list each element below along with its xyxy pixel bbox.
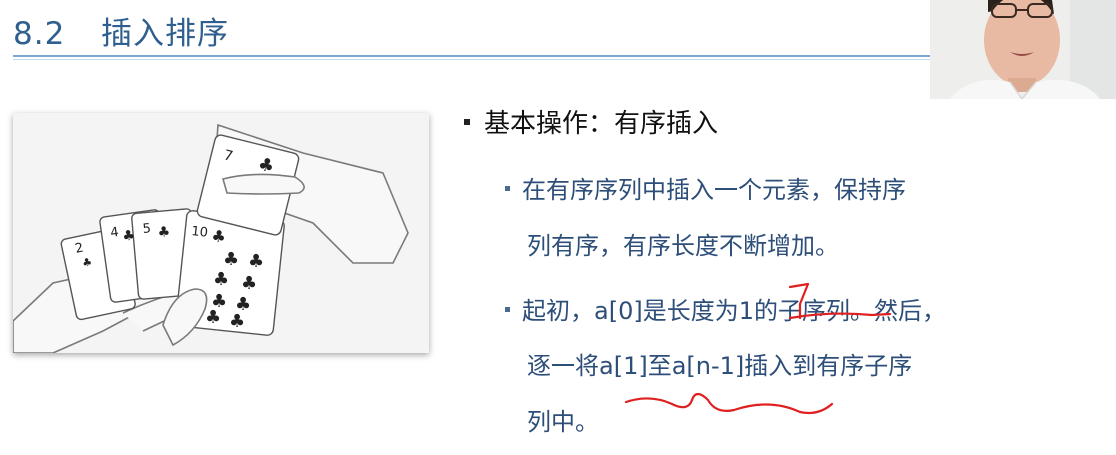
section-title: 插入排序 xyxy=(101,16,229,52)
card-5-suit: ♣ xyxy=(157,224,171,241)
sub-bullet-square-icon xyxy=(505,306,510,312)
section-number: 8.2 xyxy=(13,16,66,52)
sub-bullet-2-line1: 起初，a[0]是长度为1的子序列。然后， xyxy=(522,297,946,325)
svg-text:♣: ♣ xyxy=(213,269,229,290)
svg-text:♣: ♣ xyxy=(248,251,264,272)
sub-bullet-2: 起初，a[0]是长度为1的子序列。然后， xyxy=(505,291,946,326)
sub-bullet-2-line2: 逐一将a[1]至a[n-1]插入到有序子序 xyxy=(527,352,913,380)
sub-bullet-2-line3: 列中。 xyxy=(527,408,599,436)
sub-bullet-1-line1: 在有序序列中插入一个元素，保持序 xyxy=(522,176,906,204)
card-10-suit: ♣ xyxy=(211,226,227,246)
svg-text:♣: ♣ xyxy=(205,307,221,328)
title-divider xyxy=(13,55,931,57)
sub-bullet-1: 在有序序列中插入一个元素，保持序 xyxy=(505,170,906,205)
svg-text:♣: ♣ xyxy=(223,249,239,270)
slide-title: 8.2 插入排序 xyxy=(13,8,229,53)
card-10-rank: 10 xyxy=(191,224,209,241)
pen-underline-squiggle xyxy=(624,392,834,415)
sub-bullet-1-line2: 列有序，有序长度不断增加。 xyxy=(527,232,839,260)
sub-bullet-square-icon xyxy=(505,185,510,191)
svg-text:♣: ♣ xyxy=(229,311,245,332)
main-bullet: 基本操作：有序插入 xyxy=(462,103,718,140)
bullet-square-icon xyxy=(464,118,470,125)
main-bullet-text: 基本操作：有序插入 xyxy=(484,109,719,139)
svg-text:♣: ♣ xyxy=(241,273,257,294)
card-4-suit: ♣ xyxy=(121,227,136,245)
title-divider-secondary xyxy=(13,59,931,60)
card-5-rank: 5 xyxy=(142,221,152,237)
presenter-webcam xyxy=(930,0,1116,99)
playing-cards-illustration: 2 ♣ 4 ♣ 5 ♣ 10 ♣ ♣ ♣ ♣ ♣ ♣ ♣ ♣ ♣ 7 ♣ xyxy=(13,113,429,353)
